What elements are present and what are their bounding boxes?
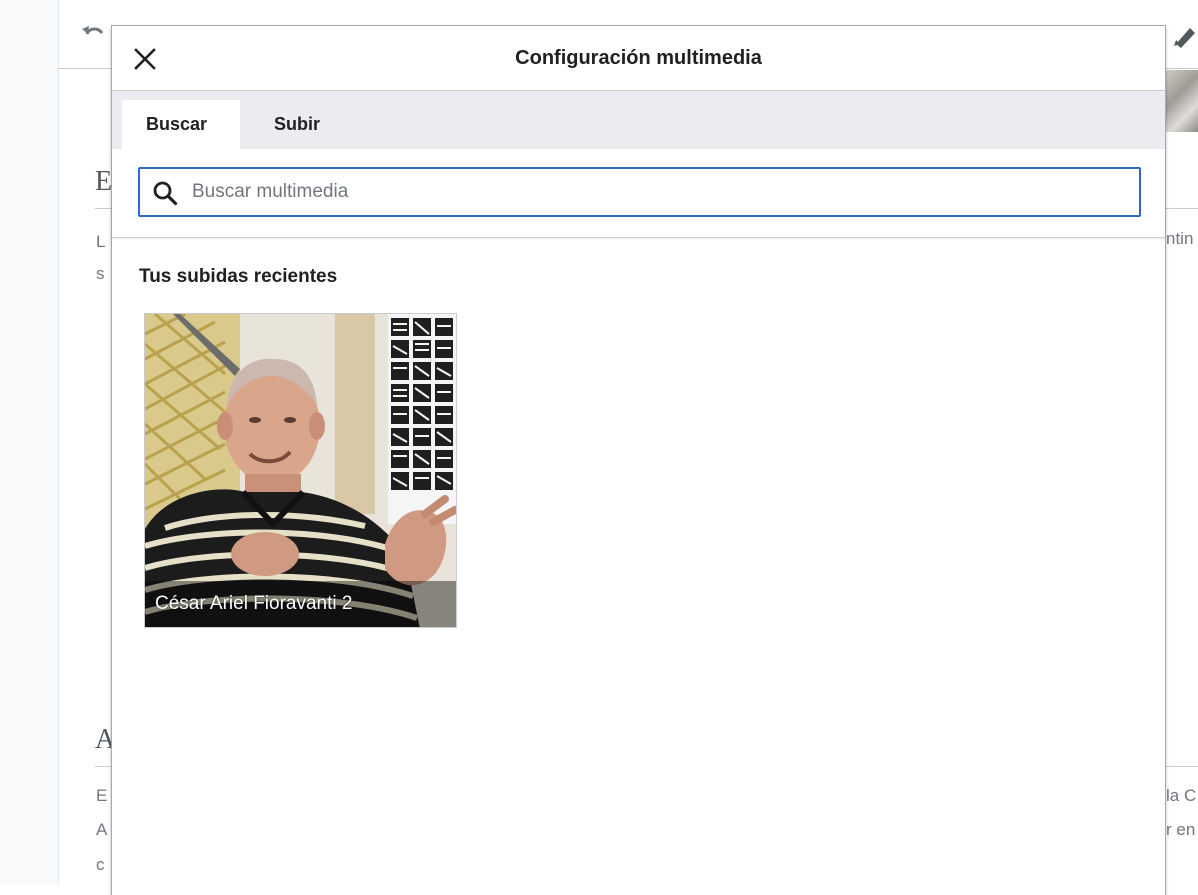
article-text: E [96,786,108,805]
article-text: L [96,232,106,251]
pencil-icon[interactable] [1168,18,1198,50]
dialog-header: Configuración multimedia [112,26,1165,91]
heading-rule [1166,766,1198,767]
article-heading: E [95,166,113,197]
thumbnail-caption: César Ariel Fioravanti 2 [145,581,456,627]
tab-search[interactable]: Buscar [122,100,240,149]
article-text: A [96,820,108,839]
media-settings-dialog: Configuración multimedia Buscar Subir Tu… [111,25,1166,895]
undo-icon[interactable] [78,20,108,48]
close-button[interactable] [128,42,162,76]
heading-rule [95,208,111,209]
tab-bar: Buscar Subir [112,91,1165,149]
media-result-thumbnail[interactable]: César Ariel Fioravanti 2 [144,313,457,628]
article-hero-image [1166,70,1198,132]
heading-rule [1166,208,1198,209]
close-icon [134,48,156,70]
search-field[interactable] [138,167,1141,217]
page-left-gutter [0,0,58,885]
article-text: s [96,264,105,283]
dialog-title: Configuración multimedia [515,47,762,69]
heading-rule [95,766,111,767]
tab-upload[interactable]: Subir [250,100,351,149]
search-input[interactable] [192,169,1132,215]
article-text: la C [1166,786,1197,805]
article-text: ntin [1166,229,1194,248]
search-icon [153,181,178,206]
page-content-edge [58,0,59,885]
article-text: r en [1166,820,1196,839]
search-panel [112,149,1165,238]
recent-uploads-heading: Tus subidas recientes [139,266,338,287]
article-text: c [96,855,105,874]
